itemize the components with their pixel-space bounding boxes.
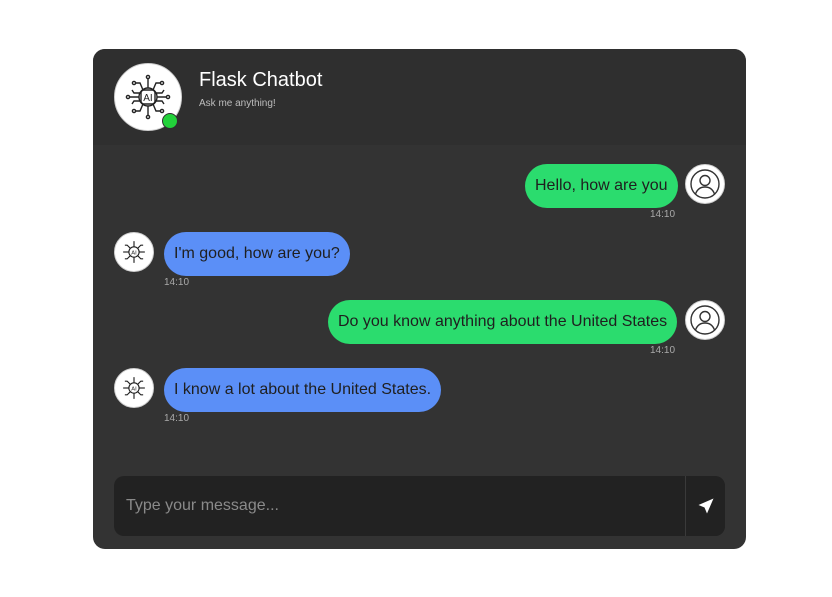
chat-title: Flask Chatbot bbox=[199, 69, 323, 91]
user-icon bbox=[690, 169, 720, 199]
message-bubble: I know a lot about the United States. bbox=[164, 368, 442, 412]
ai-chip-icon: AI bbox=[123, 377, 145, 399]
message-time: 14:10 bbox=[164, 413, 190, 424]
chat-subtitle: Ask me anything! bbox=[199, 98, 276, 109]
ai-chip-icon: AI bbox=[123, 241, 145, 263]
message-time: 14:10 bbox=[164, 277, 190, 288]
bot-avatar-small: AI bbox=[114, 368, 154, 408]
send-button[interactable] bbox=[685, 476, 725, 536]
svg-text:AI: AI bbox=[131, 386, 137, 392]
message-input[interactable] bbox=[114, 476, 685, 536]
message-bubble: I'm good, how are you? bbox=[164, 232, 350, 276]
message-time: 14:10 bbox=[650, 209, 676, 220]
chat-window: AI Flask Chatbot Ask me anything! Hello,… bbox=[93, 49, 746, 549]
message-bubble: Hello, how are you bbox=[525, 164, 678, 208]
svg-text:AI: AI bbox=[143, 93, 152, 104]
send-icon bbox=[698, 498, 713, 514]
user-avatar bbox=[685, 300, 725, 340]
user-avatar bbox=[685, 164, 725, 204]
online-status-dot bbox=[162, 113, 178, 129]
svg-text:AI: AI bbox=[131, 250, 137, 256]
message-bubble: Do you know anything about the United St… bbox=[328, 300, 678, 344]
bot-avatar-small: AI bbox=[114, 232, 154, 272]
user-icon bbox=[690, 305, 720, 335]
message-composer bbox=[114, 476, 725, 536]
message-time: 14:10 bbox=[650, 345, 676, 356]
chat-header: AI Flask Chatbot Ask me anything! bbox=[93, 49, 746, 145]
message-list: Hello, how are you 14:10 AI I'm good, ho… bbox=[93, 145, 746, 475]
